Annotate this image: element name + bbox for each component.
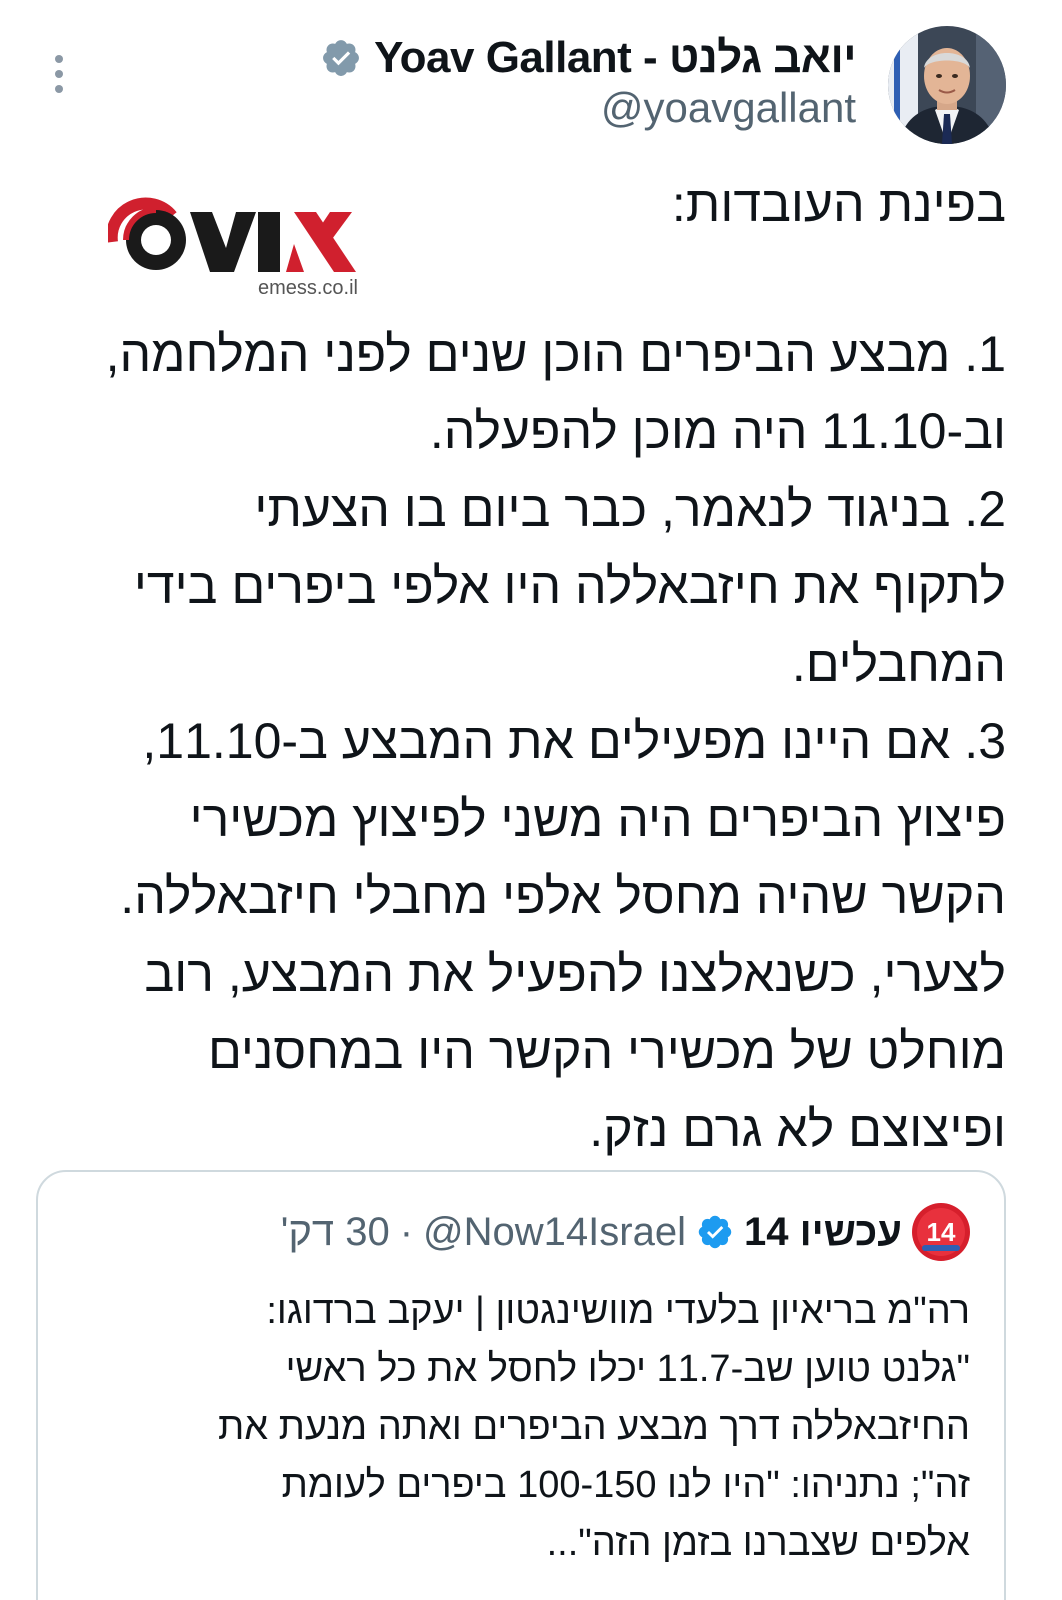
quoted-tweet-line: החיזבאללה דרך מבצע הביפרים ואתה מנעת את [217, 1406, 970, 1448]
tweet-line: לצערי, כשנאלצנו להפעיל את המבצע, רוב [144, 945, 1006, 1002]
quoted-author-name: עכשיו 14 [743, 1209, 902, 1254]
more-dot [55, 70, 63, 78]
tweet-line: הקשר שהיה מחסל אלפי מחבלי חיזבאללה. [120, 868, 1006, 924]
tweet-line: ופיצוצם לא גרם נזק. [589, 1100, 1006, 1157]
now14-avatar[interactable]: 14 [912, 1203, 970, 1261]
quoted-author-handle: @Now14Israel [423, 1209, 686, 1254]
quoted-tweet-line: רה"מ בריאיון בלעדי מוושינגטון | יעקב ברד… [266, 1290, 970, 1332]
tweet-line: 1. מבצע הביפרים הוכן שנים לפני המלחמה, [105, 325, 1006, 382]
quoted-tweet-time: 30 דק' [280, 1209, 390, 1254]
tweet-line: פיצוץ הביפרים היה משני לפיצוץ מכשירי [189, 790, 1006, 847]
tweet-line: לתקוף את חיזבאללה היו אלפי ביפרים בידי [133, 558, 1006, 614]
tweet-line: המחבלים. [791, 635, 1006, 692]
more-dot [55, 85, 63, 93]
verified-badge-icon [323, 40, 359, 76]
more-options-button[interactable] [44, 52, 74, 96]
separator-dot: · [399, 1209, 414, 1254]
author-name-row[interactable]: Yoav Gallant - יואב גלנט [320, 30, 856, 86]
tweet-line: 3. אם היינו מפעילים את המבצע ב-11.10, [142, 713, 1006, 769]
quoted-tweet-line: "גלנט טוען שב-11.7 יכלו לחסל את כל ראשי [285, 1348, 970, 1390]
quoted-tweet-body: רה"מ בריאיון בלעדי מוושינגטון | יעקב ברד… [90, 1282, 970, 1572]
more-dot [55, 55, 63, 63]
tweet-line: וב-11.10 היה מוכן להפעלה. [429, 403, 1006, 459]
author-handle[interactable]: @yoavgallant [601, 84, 856, 132]
author-display-name: Yoav Gallant - יואב גלנט [374, 33, 856, 82]
quoted-tweet-header: 14 עכשיו 14 @Now14Israel · 30 דק' [280, 1203, 970, 1261]
author-avatar[interactable] [888, 26, 1006, 144]
quoted-verified-badge-icon [698, 1215, 732, 1249]
profile-photo [888, 26, 1006, 144]
tweet-line: בפינת העובדות: [671, 176, 1006, 232]
quoted-tweet-card[interactable]: 14 עכשיו 14 @Now14Israel · 30 דק' רה"מ ב… [36, 1170, 1006, 1600]
tweet-body: בפינת העובדות: 1. מבצע הביפרים הוכן שנים… [66, 166, 1006, 1168]
quoted-tweet-line: אלפים שצברנו בזמן הזה"... [546, 1522, 970, 1564]
tweet-line: 2. בניגוד לנאמר, כבר ביום בו הצעתי [254, 480, 1006, 537]
svg-text:14: 14 [927, 1217, 956, 1247]
tweet-line: מוחלט של מכשירי הקשר היו במחסנים [208, 1023, 1006, 1079]
quoted-tweet-line: זה"; נתניהו: "היו לנו 100-150 ביפרים לעו… [281, 1464, 970, 1506]
